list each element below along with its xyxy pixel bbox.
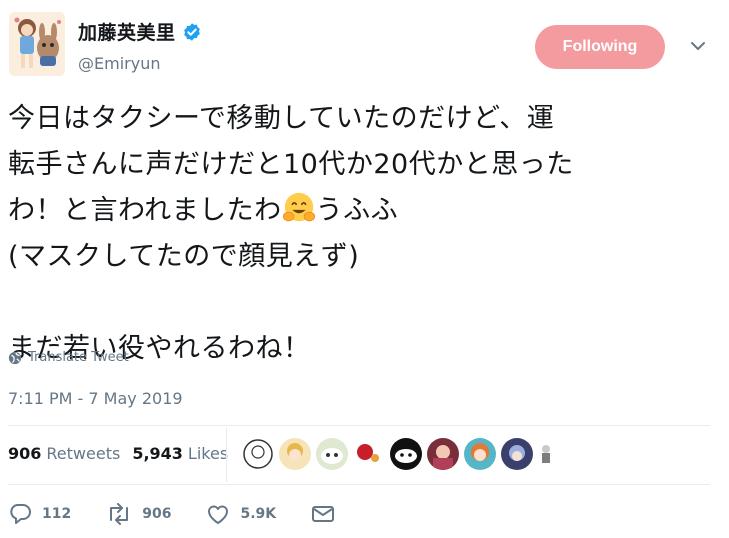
reply-icon xyxy=(10,504,31,524)
retweet-icon xyxy=(110,503,129,525)
tweet-line-segment: わ！と言われましたわ xyxy=(8,195,282,226)
display-name[interactable]: 加藤英美里 xyxy=(78,18,176,45)
retweets-stat[interactable]: 906 Retweets xyxy=(8,444,120,463)
tweet-line-segment: うふふ xyxy=(315,195,399,226)
user-handle[interactable]: @Emiryun xyxy=(78,54,160,73)
tweet-timestamp[interactable]: 7:11 PM - 7 May 2019 xyxy=(8,389,183,408)
globe-icon xyxy=(8,351,22,364)
tweet-line: 今日はタクシーで移動していたのだけど、運 xyxy=(8,103,555,134)
likes-stat[interactable]: 5,943 Likes xyxy=(132,444,228,463)
reply-count: 112 xyxy=(42,506,72,522)
like-action[interactable]: 5.9K xyxy=(206,503,276,525)
retweet-count: 906 xyxy=(142,506,172,522)
chevron-down-icon[interactable] xyxy=(690,40,706,52)
translate-label[interactable]: Translate Tweet xyxy=(28,350,129,365)
liker-avatar[interactable] xyxy=(390,438,422,470)
tweet-line: わ！と言われましたわ うふふ xyxy=(8,188,708,234)
retweet-action[interactable]: 906 xyxy=(106,503,171,525)
likes-count: 5,943 xyxy=(132,444,183,463)
direct-message-action[interactable] xyxy=(311,504,345,524)
likes-label: Likes xyxy=(187,444,229,463)
tweet-actions: 112 906 5.9K xyxy=(8,503,380,525)
tweet-line: まだ若い役やれるわね！ xyxy=(8,333,311,364)
reply-action[interactable]: 112 xyxy=(8,503,71,525)
liker-avatar[interactable] xyxy=(538,438,554,470)
tweet-line: 転手さんに声だけだと10代か20代かと思った xyxy=(8,149,574,180)
profile-avatar[interactable] xyxy=(9,12,65,76)
liker-avatar[interactable] xyxy=(242,438,274,470)
tweet-line: (マスクしてたので顔見えず) xyxy=(8,241,360,272)
following-button[interactable]: Following xyxy=(535,25,665,69)
divider xyxy=(8,484,710,485)
tweet-header: 加藤英美里 @Emiryun Following xyxy=(0,0,729,90)
tweet-stats: 906 Retweets 5,943 Likes xyxy=(8,444,240,463)
retweets-label: Retweets xyxy=(46,444,121,463)
liker-avatar[interactable] xyxy=(427,438,459,470)
verified-badge-icon xyxy=(183,22,200,41)
heart-icon xyxy=(208,505,229,524)
tweet-text: 今日はタクシーで移動していたのだけど、運 転手さんに声だけだと10代か20代かと思… xyxy=(8,96,708,372)
liker-avatar[interactable] xyxy=(353,438,385,470)
liker-avatar[interactable] xyxy=(501,438,533,470)
stats-separator xyxy=(226,428,227,482)
liker-avatars xyxy=(242,438,559,470)
like-count: 5.9K xyxy=(240,506,277,522)
liker-avatar[interactable] xyxy=(316,438,348,470)
liker-avatar[interactable] xyxy=(279,438,311,470)
envelope-icon xyxy=(312,506,335,522)
hugging-face-emoji-icon xyxy=(282,192,315,222)
translate-tweet-link[interactable]: Translate Tweet xyxy=(8,350,129,365)
retweets-count: 906 xyxy=(8,444,42,463)
liker-avatar[interactable] xyxy=(464,438,496,470)
divider xyxy=(8,425,710,426)
